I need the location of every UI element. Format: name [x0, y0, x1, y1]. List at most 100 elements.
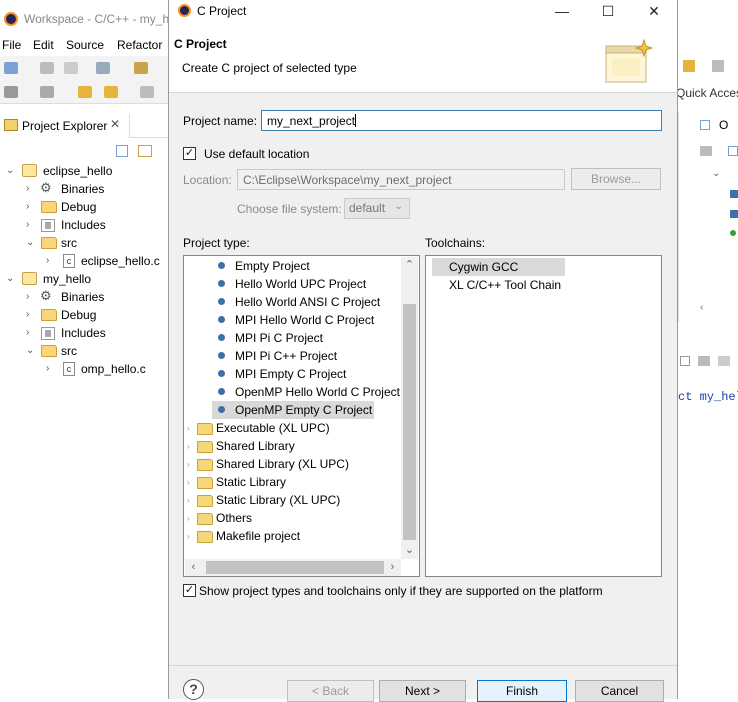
- tree-item[interactable]: › c eclipse_hello.c: [0, 252, 170, 270]
- tree-item[interactable]: › Debug: [0, 198, 170, 216]
- chevron-right-icon[interactable]: ›: [187, 438, 190, 456]
- browse-button[interactable]: Browse...: [571, 168, 661, 190]
- link-with-editor-icon[interactable]: [138, 145, 152, 157]
- scroll-down-icon[interactable]: ⌄: [401, 542, 418, 559]
- list-item[interactable]: Hello World UPC Project: [185, 275, 401, 293]
- chevron-down-icon[interactable]: ⌄: [6, 274, 16, 284]
- folder-icon: [197, 423, 213, 435]
- chevron-right-icon[interactable]: ›: [26, 310, 36, 320]
- chevron-right-icon[interactable]: ›: [187, 420, 190, 438]
- save-icon[interactable]: [40, 62, 54, 74]
- list-item-label: OpenMP Empty C Project: [235, 403, 373, 417]
- collapse-all-icon[interactable]: [116, 145, 128, 157]
- chevron-down-icon[interactable]: ⌄: [6, 166, 16, 176]
- list-item-selected[interactable]: Cygwin GCC: [432, 258, 565, 276]
- project-name-input[interactable]: my_next_project: [261, 110, 662, 131]
- tasks-icon[interactable]: [718, 356, 730, 366]
- list-item[interactable]: › Shared Library (XL UPC): [185, 455, 401, 473]
- build-icon[interactable]: [134, 62, 148, 74]
- vertical-scroll-thumb[interactable]: [403, 304, 416, 540]
- scroll-left-icon[interactable]: ‹: [700, 302, 703, 313]
- save-all-icon[interactable]: [64, 62, 78, 74]
- chevron-right-icon[interactable]: ›: [26, 328, 36, 338]
- chevron-down-icon[interactable]: ⌄: [26, 346, 36, 356]
- chevron-right-icon[interactable]: ›: [26, 184, 36, 194]
- file-system-select[interactable]: default ⌄: [344, 198, 410, 219]
- chevron-right-icon[interactable]: ›: [187, 492, 190, 510]
- quick-access-label[interactable]: Quick Acces: [676, 86, 738, 100]
- forward-arrow-icon[interactable]: [140, 86, 154, 98]
- new-icon[interactable]: [4, 62, 18, 74]
- list-item-selected[interactable]: OpenMP Empty C Project: [185, 401, 401, 419]
- settings-icon[interactable]: [96, 62, 110, 74]
- tree-item[interactable]: ⌄ src: [0, 342, 170, 360]
- dialog-title: C Project: [197, 4, 247, 18]
- list-item[interactable]: › Makefile project: [185, 527, 401, 545]
- tree-item-label: src: [61, 236, 77, 250]
- horizontal-scroll-thumb[interactable]: [206, 561, 384, 574]
- back-arrow-icon[interactable]: [78, 86, 92, 98]
- chevron-right-icon[interactable]: ›: [26, 220, 36, 230]
- next-annotation-icon[interactable]: [40, 86, 54, 98]
- chevron-right-icon[interactable]: ›: [187, 456, 190, 474]
- chevron-right-icon[interactable]: ›: [26, 202, 36, 212]
- menu-file[interactable]: File: [2, 38, 21, 52]
- filter-icon[interactable]: [728, 146, 738, 156]
- debug-icon[interactable]: [4, 86, 18, 98]
- use-default-location-label[interactable]: Use default location: [204, 147, 309, 161]
- help-icon[interactable]: ?: [183, 679, 204, 700]
- list-item[interactable]: MPI Hello World C Project: [185, 311, 401, 329]
- tree-item[interactable]: › Debug: [0, 306, 170, 324]
- sort-icon[interactable]: [700, 146, 712, 156]
- tree-item[interactable]: ⌄ eclipse_hello: [0, 162, 170, 180]
- tree-item[interactable]: › ⚙ Binaries: [0, 288, 170, 306]
- tree-item[interactable]: › Includes: [0, 324, 170, 342]
- list-item[interactable]: › Static Library (XL UPC): [185, 491, 401, 509]
- chevron-right-icon[interactable]: ›: [46, 364, 56, 374]
- show-supported-checkbox[interactable]: ✓: [183, 584, 196, 597]
- list-item[interactable]: Hello World ANSI C Project: [185, 293, 401, 311]
- chevron-right-icon[interactable]: ›: [187, 510, 190, 528]
- tree-item[interactable]: › ⚙ Binaries: [0, 180, 170, 198]
- tree-item[interactable]: › c omp_hello.c: [0, 360, 170, 378]
- tree-item[interactable]: ⌄ src: [0, 234, 170, 252]
- list-item[interactable]: › Shared Library: [185, 437, 401, 455]
- chevron-right-icon[interactable]: ›: [187, 528, 190, 546]
- list-item[interactable]: XL C/C++ Tool Chain: [432, 276, 632, 294]
- list-item[interactable]: MPI Empty C Project: [185, 365, 401, 383]
- menu-edit[interactable]: Edit: [33, 38, 54, 52]
- list-item-label: Shared Library: [216, 439, 295, 453]
- menu-source[interactable]: Source: [66, 38, 104, 52]
- tree-item[interactable]: ⌄ my_hello: [0, 270, 170, 288]
- close-button[interactable]: ✕: [631, 0, 677, 25]
- list-item[interactable]: OpenMP Hello World C Project: [185, 383, 401, 401]
- show-supported-label[interactable]: Show project types and toolchains only i…: [199, 584, 603, 598]
- problems-icon[interactable]: [698, 356, 710, 366]
- console-icon[interactable]: [680, 356, 690, 366]
- toolbar-overflow-icon[interactable]: [683, 60, 695, 72]
- list-item[interactable]: MPI Pi C++ Project: [185, 347, 401, 365]
- list-item[interactable]: › Others: [185, 509, 401, 527]
- chevron-right-icon[interactable]: ›: [26, 292, 36, 302]
- tree-item[interactable]: › Includes: [0, 216, 170, 234]
- left-arrow-icon[interactable]: [104, 86, 118, 98]
- list-item[interactable]: Empty Project: [185, 257, 401, 275]
- list-item[interactable]: MPI Pi C Project: [185, 329, 401, 347]
- scroll-right-icon[interactable]: ›: [384, 559, 401, 576]
- use-default-location-checkbox[interactable]: ✓: [183, 147, 196, 160]
- chevron-down-icon[interactable]: ⌄: [26, 238, 36, 248]
- chevron-down-icon[interactable]: ⌄: [712, 168, 720, 179]
- chevron-right-icon[interactable]: ›: [46, 256, 56, 266]
- maximize-button[interactable]: ☐: [585, 0, 631, 25]
- list-item[interactable]: › Static Library: [185, 473, 401, 491]
- scroll-left-icon[interactable]: ‹: [185, 559, 202, 576]
- location-input[interactable]: C:\Eclipse\Workspace\my_next_project: [237, 169, 565, 190]
- menu-refactor[interactable]: Refactor: [117, 38, 162, 52]
- chevron-right-icon[interactable]: ›: [187, 474, 190, 492]
- pen-icon[interactable]: [712, 60, 724, 72]
- minimize-button[interactable]: —: [539, 0, 585, 25]
- outline-tab-label[interactable]: O: [719, 118, 728, 132]
- close-icon[interactable]: ✕: [110, 117, 120, 131]
- scroll-up-icon[interactable]: ⌃: [401, 257, 418, 274]
- list-item[interactable]: › Executable (XL UPC): [185, 419, 401, 437]
